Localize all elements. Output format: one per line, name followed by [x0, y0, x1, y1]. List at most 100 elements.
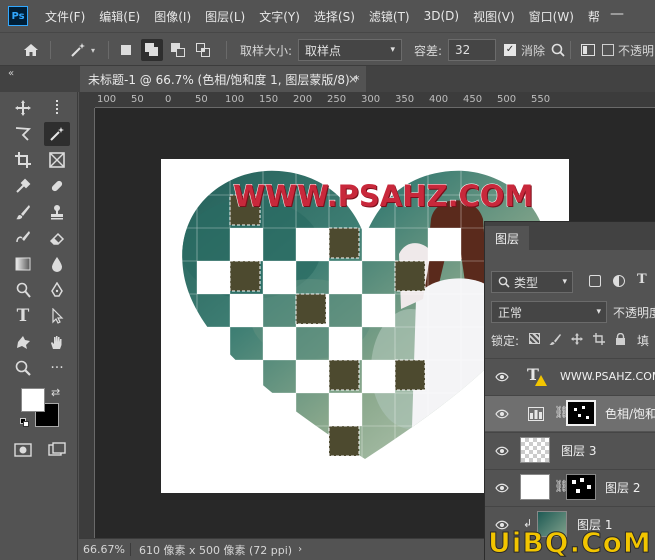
menu-window[interactable]: 窗口(W)	[522, 8, 581, 25]
menu-select[interactable]: 选择(S)	[307, 8, 362, 25]
adjustment-layer-filter-icon[interactable]	[613, 275, 625, 287]
hand-tool[interactable]	[44, 330, 70, 354]
menu-filter[interactable]: 滤镜(T)	[362, 8, 417, 25]
layer-mask-thumbnail[interactable]	[566, 474, 596, 500]
contiguous-checkbox[interactable]: 不透明	[602, 33, 654, 67]
pixel-layer-filter-icon[interactable]	[589, 275, 601, 287]
water-drop-icon	[52, 257, 62, 272]
screen-mode-button[interactable]	[44, 438, 70, 462]
foreground-color-swatch[interactable]	[21, 388, 45, 412]
lasso-tool[interactable]	[10, 122, 36, 146]
contiguous-label: 不透明	[618, 43, 655, 58]
tolerance-input[interactable]: 32	[448, 39, 496, 61]
brush-icon	[16, 205, 30, 220]
home-icon	[24, 44, 38, 56]
ruler-tick: 200	[293, 94, 313, 105]
menu-3d[interactable]: 3D(D)	[417, 9, 466, 23]
crop-tool[interactable]	[10, 148, 36, 172]
hand-icon	[51, 336, 62, 349]
eraser-tool[interactable]	[44, 226, 70, 250]
lock-transparent-icon[interactable]	[529, 333, 540, 344]
document-tab-strip: « 未标题-1 @ 66.7% (色相/饱和度 1, 图层蒙版/8) * ×	[0, 66, 655, 92]
chevron-right-icon[interactable]: ›	[298, 544, 302, 555]
blend-mode-select[interactable]: 正常 ▾	[491, 301, 607, 323]
minimize-button[interactable]: —	[610, 6, 624, 22]
frame-tool[interactable]	[44, 148, 70, 172]
type-layer-filter-icon[interactable]: T	[637, 272, 647, 287]
dodge-tool[interactable]	[10, 278, 36, 302]
menu-edit[interactable]: 编辑(E)	[92, 8, 147, 25]
lock-artboard-icon[interactable]	[593, 333, 605, 345]
menu-layer[interactable]: 图层(L)	[198, 8, 252, 25]
clone-stamp-tool[interactable]	[44, 200, 70, 224]
layer-row[interactable]: ⛓ 图层 2	[485, 469, 655, 505]
menu-file[interactable]: 文件(F)	[38, 8, 92, 25]
type-tool[interactable]: T	[10, 304, 36, 328]
ruler-tick: 150	[259, 94, 279, 105]
intersect-selection-button[interactable]	[195, 33, 211, 67]
visibility-eye-icon[interactable]	[495, 483, 509, 493]
menu-image[interactable]: 图像(I)	[147, 8, 198, 25]
tolerance-value: 32	[455, 43, 471, 57]
new-selection-button[interactable]	[118, 33, 134, 67]
edit-toolbar-button[interactable]: ···	[44, 356, 70, 380]
magic-wand-tool[interactable]	[44, 122, 70, 146]
chevron-down-icon: ▾	[90, 45, 95, 55]
menu-help[interactable]: 帮	[581, 8, 607, 25]
collapse-panel-icon[interactable]: «	[8, 68, 14, 79]
opacity-label: 不透明度	[613, 306, 655, 320]
default-colors-icon[interactable]	[20, 418, 30, 428]
sample-size-select[interactable]: 取样点 ▾	[298, 39, 402, 61]
swap-colors-icon[interactable]: ⇄	[51, 386, 60, 399]
menu-view[interactable]: 视图(V)	[466, 8, 522, 25]
path-selection-tool[interactable]	[44, 304, 70, 328]
zoom-level[interactable]: 66.67%	[79, 543, 131, 556]
eyedropper-tool[interactable]	[10, 174, 36, 198]
divider	[50, 41, 51, 59]
close-tab-button[interactable]: ×	[348, 72, 358, 86]
healing-brush-tool[interactable]	[44, 174, 70, 198]
visibility-eye-icon[interactable]	[495, 372, 509, 382]
layer-mask-thumbnail[interactable]	[566, 400, 596, 426]
layer-row-selected[interactable]: ⛓ 色相/饱和	[485, 395, 655, 431]
add-to-selection-button[interactable]	[140, 33, 164, 67]
subtract-selection-button[interactable]	[170, 33, 186, 67]
type-icon: T	[16, 306, 30, 326]
visibility-eye-icon[interactable]	[495, 446, 509, 456]
quick-mask-button[interactable]	[10, 438, 36, 462]
move-tool[interactable]	[10, 96, 36, 120]
canvas-watermark-text: WWW.PSAHZ.COM	[232, 179, 534, 214]
brush-tool[interactable]	[10, 200, 36, 224]
horizontal-ruler: 100 50 0 50 100 150 200 250 300 350 400 …	[95, 92, 655, 108]
lock-position-icon[interactable]	[571, 333, 583, 345]
layer-row[interactable]: 图层 3	[485, 432, 655, 468]
lock-label: 锁定:	[491, 334, 520, 348]
document-tab[interactable]: 未标题-1 @ 66.7% (色相/饱和度 1, 图层蒙版/8) * ×	[80, 66, 366, 92]
layers-tab[interactable]: 图层	[485, 226, 530, 250]
menu-type[interactable]: 文字(Y)	[252, 8, 307, 25]
home-button[interactable]	[20, 39, 42, 61]
magic-wand-preset-button[interactable]: ▾	[62, 33, 102, 67]
lock-paint-icon[interactable]	[549, 333, 561, 345]
lock-all-icon[interactable]	[615, 333, 626, 345]
gradient-tool[interactable]	[10, 252, 36, 276]
zoom-tool[interactable]	[10, 356, 36, 380]
antialias-label: 消除	[521, 43, 546, 58]
history-brush-tool[interactable]	[10, 226, 36, 250]
pen-tool[interactable]	[44, 278, 70, 302]
layer-row[interactable]: T WWW.PSAHZ.COM	[485, 358, 655, 394]
chevron-down-icon: ▾	[562, 277, 567, 287]
visibility-eye-icon[interactable]	[495, 409, 509, 419]
frame-icon	[49, 152, 65, 168]
search-button[interactable]	[550, 33, 566, 67]
filter-kind-select[interactable]: 类型 ▾	[491, 271, 573, 293]
crop-icon	[15, 152, 31, 168]
blur-tool[interactable]	[44, 252, 70, 276]
marquee-icon	[56, 100, 58, 116]
workspace-button[interactable]	[580, 33, 596, 67]
antialias-checkbox[interactable]: ✓ 消除	[504, 33, 545, 67]
workspace-icon	[581, 44, 595, 56]
marquee-tool[interactable]	[44, 96, 70, 120]
chevron-down-icon: ▾	[390, 45, 395, 55]
custom-shape-tool[interactable]	[10, 330, 36, 354]
